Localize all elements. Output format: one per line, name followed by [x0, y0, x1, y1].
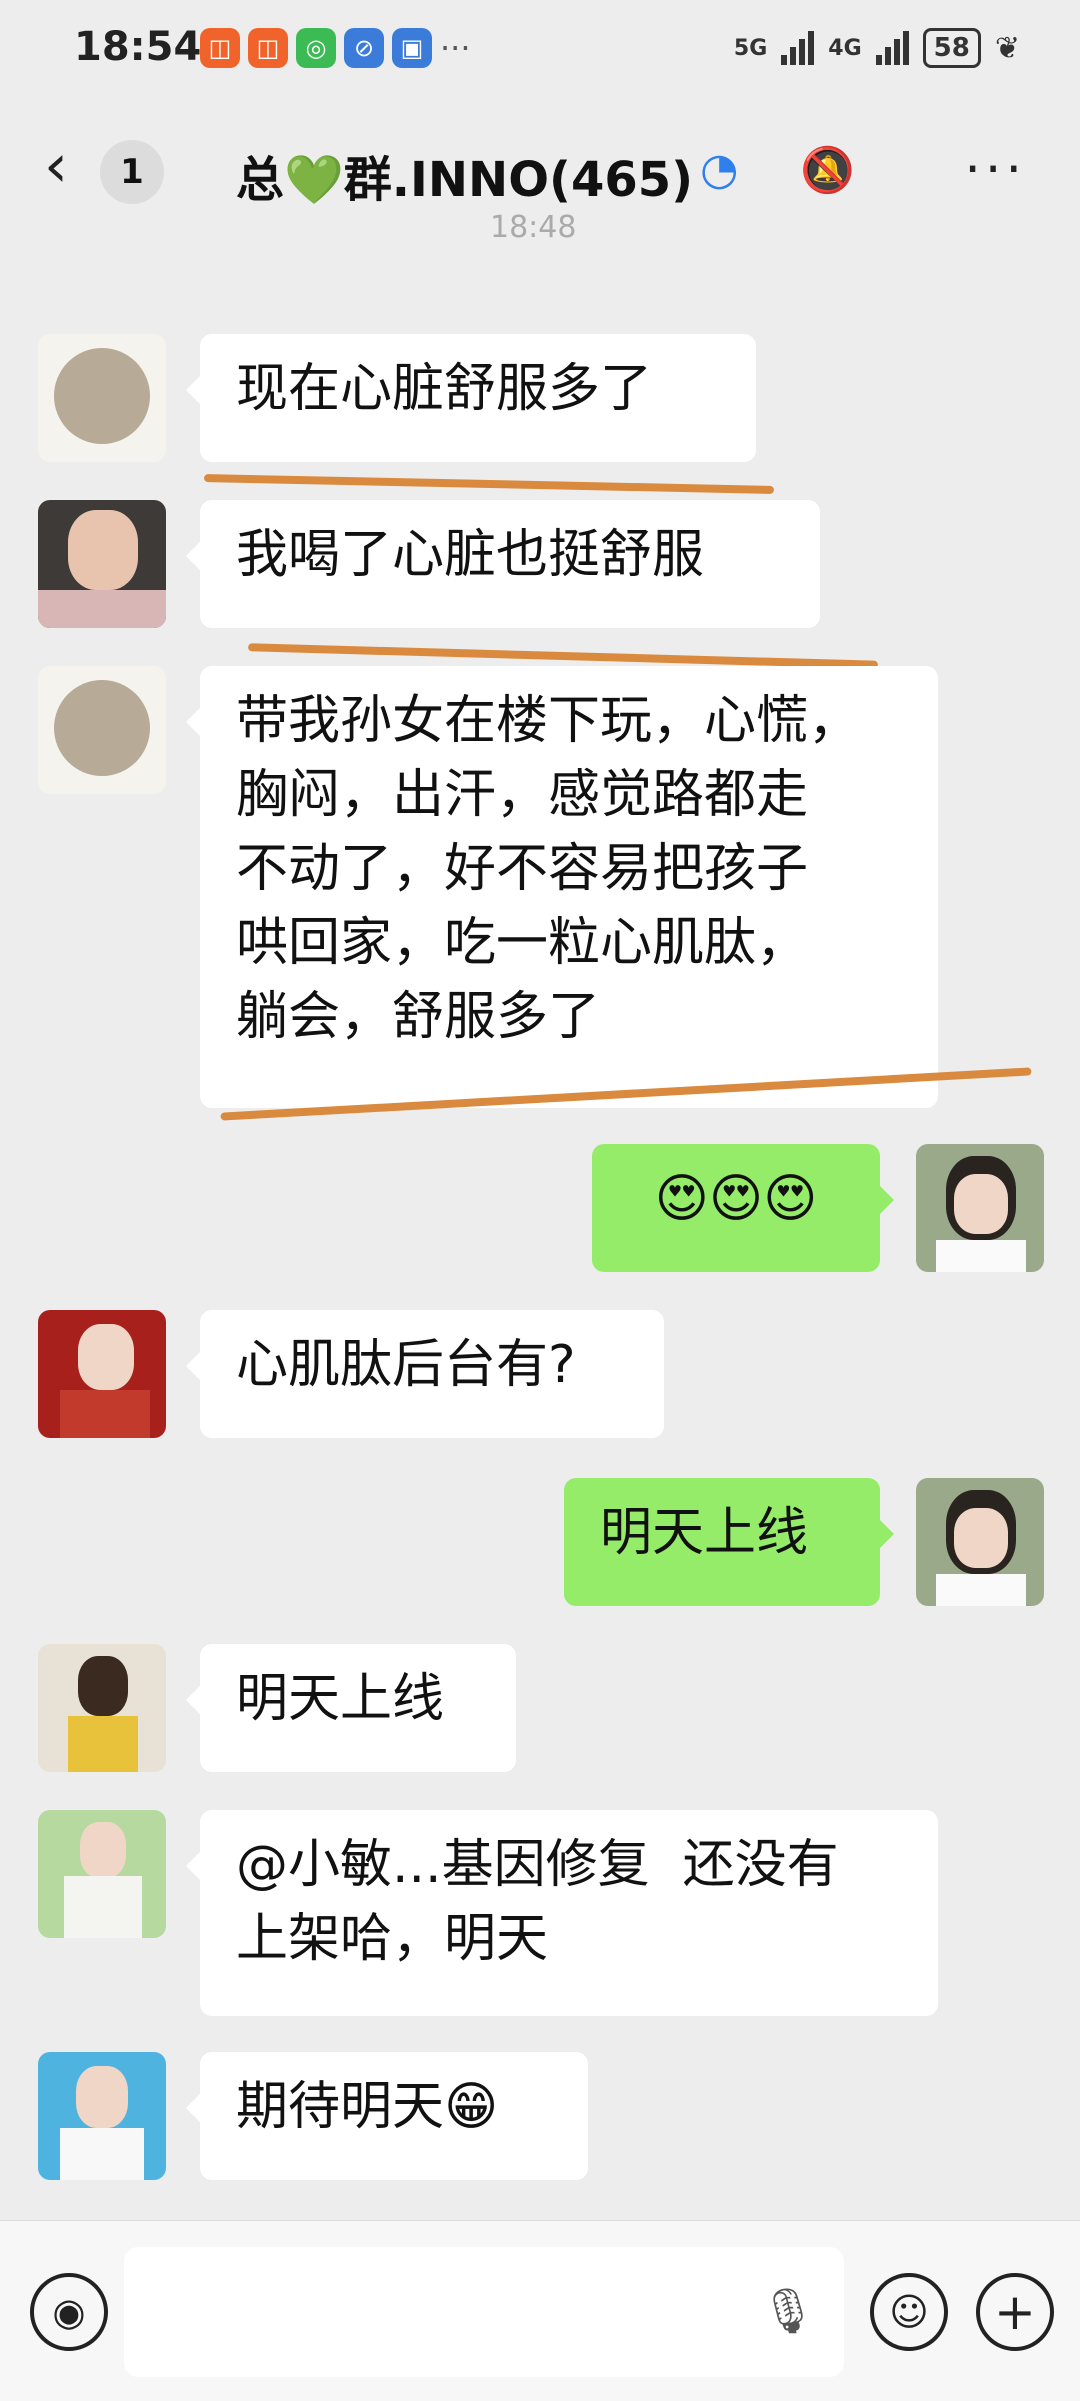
avatar[interactable]: [38, 1810, 166, 1938]
chat-title[interactable]: 总💚群.INNO(465): [236, 140, 693, 210]
message-bubble[interactable]: 明天上线: [186, 1644, 516, 1772]
avatar[interactable]: [38, 1644, 166, 1772]
more-notifications-icon: ···: [440, 29, 471, 67]
avatar[interactable]: [38, 666, 166, 794]
avatar[interactable]: [38, 1310, 166, 1438]
mic-icon[interactable]: 🎙: [760, 2285, 816, 2337]
message-bubble[interactable]: 期待明天😁: [186, 2052, 588, 2180]
avatar[interactable]: [38, 2052, 166, 2180]
signal-5g-label: 5G: [733, 35, 768, 61]
highlight-underline: [248, 643, 878, 669]
input-bar: ◉ 🎙 ☺ +: [0, 2220, 1080, 2401]
app-notification-icon: ◫: [248, 28, 288, 68]
title-heart: 💚: [284, 152, 344, 208]
highlight-underline: [203, 474, 775, 494]
avatar[interactable]: [38, 500, 166, 628]
message-bubble[interactable]: 心肌肽后台有?: [186, 1310, 664, 1438]
message-bubble[interactable]: @小敏...基因修复 还没有 上架哈，明天: [186, 1810, 938, 2016]
message-bubble[interactable]: 我喝了心脏也挺舒服: [186, 500, 820, 628]
system-status: 5G 4G 58 ❦: [734, 28, 1020, 68]
group-chat-icon[interactable]: ◔: [700, 144, 738, 195]
message-bubble-own[interactable]: 😍😍😍: [592, 1144, 894, 1272]
mute-icon: 🔕: [800, 145, 855, 196]
signal-5g-icon: [781, 31, 815, 65]
plus-icon[interactable]: +: [976, 2273, 1054, 2351]
message-bubble-own[interactable]: 明天上线: [564, 1478, 894, 1606]
app-notification-icon: ◫: [200, 28, 240, 68]
avatar-own[interactable]: [916, 1478, 1044, 1606]
battery-icon: 58: [922, 28, 981, 68]
wechat-icon: ◎: [296, 28, 336, 68]
back-button[interactable]: ‹: [44, 136, 68, 196]
status-time: 18:54: [74, 24, 202, 70]
browser-icon: ⊘: [344, 28, 384, 68]
avatar-own[interactable]: [916, 1144, 1044, 1272]
more-icon[interactable]: ···: [964, 140, 1026, 200]
unread-count-badge[interactable]: 1: [100, 140, 164, 204]
notification-icons: ◫ ◫ ◎ ⊘ ▣ ···: [200, 28, 471, 68]
signal-4g-icon: [875, 31, 909, 65]
avatar[interactable]: [38, 334, 166, 462]
message-input[interactable]: [124, 2247, 844, 2377]
status-bar: 18:54 ◫ ◫ ◎ ⊘ ▣ ··· 5G 4G 58 ❦: [0, 0, 1080, 100]
title-prefix: 总: [236, 152, 285, 208]
app-notification-icon: ▣: [392, 28, 432, 68]
leaf-icon: ❦: [994, 30, 1020, 66]
signal-4g-label: 4G: [828, 35, 862, 61]
title-suffix: 群.INNO(465): [343, 152, 694, 208]
voice-icon[interactable]: ◉: [30, 2273, 108, 2351]
message-bubble[interactable]: 带我孙女在楼下玩，心慌， 胸闷，出汗，感觉路都走 不动了，好不容易把孩子 哄回家…: [186, 666, 938, 1108]
emoji-icon[interactable]: ☺: [870, 2273, 948, 2351]
message-bubble[interactable]: 现在心脏舒服多了: [186, 334, 756, 462]
message-timestamp: 18:48: [490, 210, 577, 245]
